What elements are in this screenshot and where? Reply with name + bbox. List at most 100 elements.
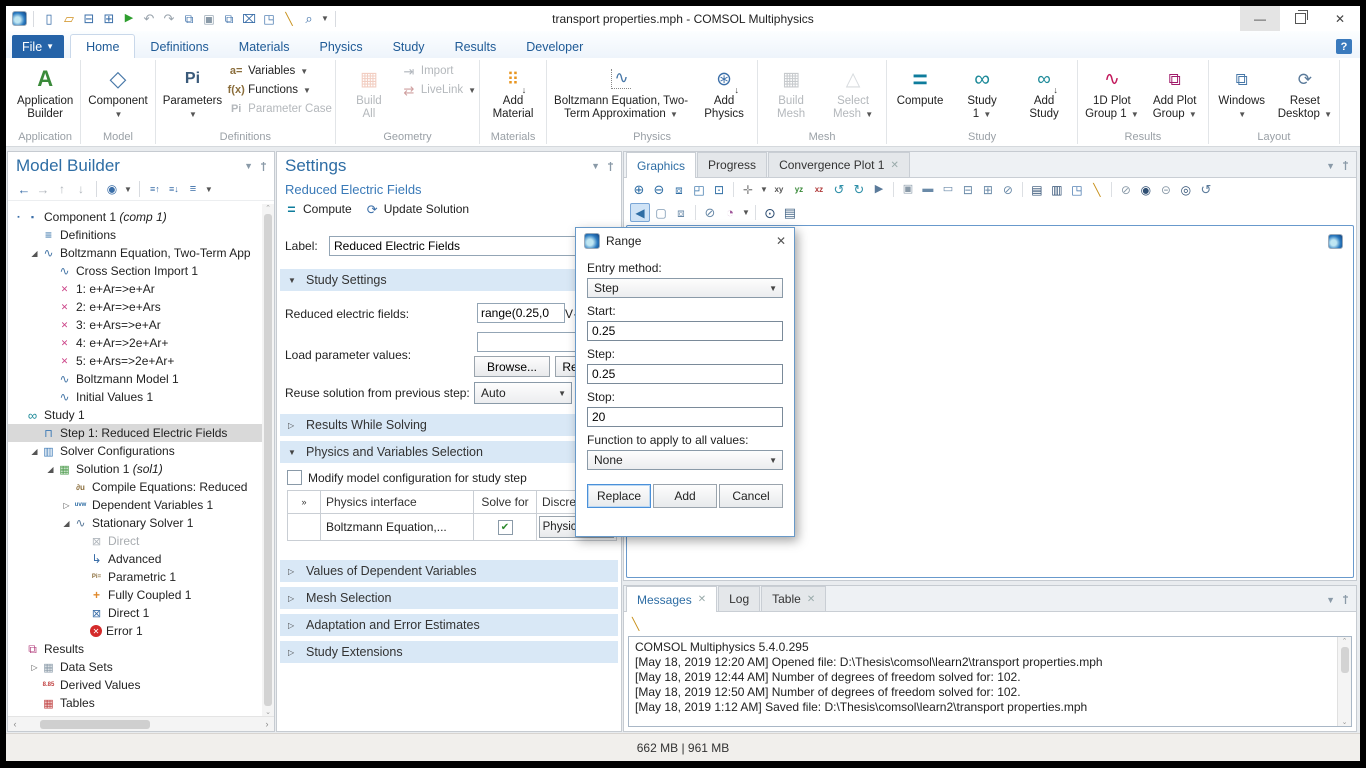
ribbon-tab-home[interactable]: Home (70, 34, 135, 59)
tree-expander-icon[interactable]: ◢ (28, 447, 41, 456)
tree-item-component-1[interactable]: ▪▪Component 1 (comp 1) (8, 208, 262, 226)
view-hidden[interactable]: ◉ (1137, 181, 1155, 198)
cancel-button[interactable]: Cancel (719, 484, 783, 508)
reset-hiding[interactable]: ↺ (1197, 181, 1215, 198)
close-icon[interactable]: ✕ (890, 160, 898, 171)
tree-item-boltzmann-equation-two-term-app[interactable]: ◢∿Boltzmann Equation, Two-Term App (8, 244, 262, 262)
view-xy[interactable]: xy (770, 181, 788, 198)
view-c[interactable]: ⧈ (672, 204, 690, 221)
scene-movie[interactable]: ▶ (870, 181, 888, 198)
clear-brush[interactable]: ╲ (632, 618, 639, 630)
view-yz[interactable]: yz (790, 181, 808, 198)
close-button[interactable]: ✕ (1320, 6, 1360, 31)
comsol-logo-icon[interactable] (12, 11, 27, 26)
graphics-tab-convergence-plot-1[interactable]: Convergence Plot 1✕ (768, 152, 910, 177)
scene-e[interactable]: ⊞ (979, 181, 997, 198)
tree-item-results[interactable]: ⧉Results (8, 640, 262, 658)
ribbon-button-add[interactable]: ∞AddStudy (1014, 60, 1074, 121)
down[interactable]: ↓ (73, 181, 89, 197)
back[interactable]: ← (16, 181, 32, 197)
undo[interactable]: ↶ (140, 10, 158, 28)
messages-tab-table[interactable]: Table✕ (761, 586, 826, 611)
chevron-down-icon[interactable]: ▼ (1326, 161, 1335, 171)
start-input[interactable] (587, 321, 783, 341)
section-study-settings[interactable]: ▼Study Settings (280, 269, 618, 291)
pin-icon[interactable] (1341, 160, 1350, 171)
ribbon-item-livelink[interactable]: ⇄LiveLink▼ (401, 82, 476, 98)
paste[interactable]: ▣ (200, 10, 218, 28)
ribbon-button-application[interactable]: AApplicationBuilder (13, 60, 77, 121)
solve-for-checkbox[interactable]: ✔ (498, 520, 513, 535)
delete[interactable]: ⌧ (240, 10, 258, 28)
file-menu-button[interactable]: File▼ (12, 35, 64, 58)
tree-item-initial-values-1[interactable]: ∿Initial Values 1 (8, 388, 262, 406)
tree-item-tables[interactable]: ▦Tables (8, 694, 262, 712)
tree-item-direct-1[interactable]: ⊠Direct 1 (8, 604, 262, 622)
ribbon-button-compute[interactable]: =Compute (890, 60, 950, 108)
load-parameter-input[interactable] (477, 332, 591, 352)
tree-expander-icon[interactable]: ◢ (28, 249, 41, 258)
image-snapshot[interactable]: ▤ (1028, 181, 1046, 198)
redo[interactable]: ↷ (160, 10, 178, 28)
pin-icon[interactable] (259, 161, 268, 172)
chevron-down-icon[interactable]: ▼ (591, 161, 600, 171)
stop-input[interactable] (587, 407, 783, 427)
ribbon-item-parameter-case[interactable]: PiParameter Case (228, 101, 332, 117)
section-dependent-variables[interactable]: ▷Values of Dependent Variables (280, 560, 618, 582)
help-button[interactable]: ? (1336, 39, 1352, 54)
find[interactable]: ⌕ (300, 10, 318, 28)
comsol-logo-icon[interactable] (1328, 234, 1343, 249)
color-palette[interactable]: ◔ (721, 204, 739, 221)
entry-method-select[interactable]: Step▼ (587, 278, 783, 298)
tree-expander-icon[interactable]: ◢ (60, 519, 73, 528)
expand-up[interactable]: ≡↑ (147, 181, 163, 197)
tree-item-solution-1[interactable]: ◢▦Solution 1 (sol1) (8, 460, 262, 478)
tree-item-compile-equations-reduced[interactable]: ∂uCompile Equations: Reduced (8, 478, 262, 496)
ribbon-tab-results[interactable]: Results (440, 35, 512, 58)
messages-tab-log[interactable]: Log (718, 586, 760, 611)
scene-a[interactable]: ▣ (899, 181, 917, 198)
tree-item-fully-coupled-1[interactable]: +Fully Coupled 1 (8, 586, 262, 604)
duplicate[interactable]: ⧉ (220, 10, 238, 28)
clear-brush[interactable]: ╲ (1088, 181, 1106, 198)
camera-snapshot[interactable]: ⊙ (761, 204, 779, 221)
ribbon-button-1d-plot[interactable]: ∿1D PlotGroup 1 ▼ (1081, 60, 1143, 121)
tree-item-5-e-ars-2e-ar[interactable]: ✕5: e+Ars=>2e+Ar+ (8, 352, 262, 370)
ribbon-tab-study[interactable]: Study (378, 35, 440, 58)
graphics-tab-graphics[interactable]: Graphics (626, 152, 696, 178)
show[interactable]: ◉ (104, 181, 120, 197)
minimize-button[interactable]: — (1240, 6, 1280, 31)
tree-item-4-e-ar-2e-ar[interactable]: ✕4: e+Ar=>2e+Ar+ (8, 334, 262, 352)
tree-item-cross-section-import-1[interactable]: ∿Cross Section Import 1 (8, 262, 262, 280)
show-objects[interactable]: ◎ (1177, 181, 1195, 198)
run[interactable]: ▶ (120, 10, 138, 28)
open-file[interactable]: ▱ (60, 10, 78, 28)
scene-f[interactable]: ⊘ (999, 181, 1017, 198)
scene-b[interactable]: ▬ (919, 181, 937, 198)
ribbon-button-parameters[interactable]: PiParameters▼ (159, 60, 226, 121)
messages-tab-messages[interactable]: Messages✕ (626, 586, 717, 612)
replace-button[interactable]: Replace (587, 484, 651, 508)
close-icon[interactable]: ✕ (807, 594, 815, 605)
chevron-down-icon[interactable]: ▼ (244, 161, 253, 171)
compute-action[interactable]: =Compute (285, 202, 352, 216)
zoom-box[interactable]: ⧈ (670, 181, 688, 198)
table-corner-icon[interactable]: » (288, 491, 321, 513)
tree-item-solver-configurations[interactable]: ◢▥Solver Configurations (8, 442, 262, 460)
reuse-solution-select[interactable]: Auto▼ (474, 382, 572, 404)
tree-item-data-sets[interactable]: ▷▦Data Sets (8, 658, 262, 676)
close-icon[interactable]: ✕ (698, 594, 706, 605)
section-study-extensions[interactable]: ▷Study Extensions (280, 641, 618, 663)
ribbon-button-build[interactable]: ▦BuildAll (339, 60, 399, 121)
section-adaptation[interactable]: ▷Adaptation and Error Estimates (280, 614, 618, 636)
ribbon-button-select[interactable]: △SelectMesh ▼ (823, 60, 883, 121)
scene-d[interactable]: ⊟ (959, 181, 977, 198)
graphics-tab-progress[interactable]: Progress (697, 152, 767, 177)
ribbon-button-study[interactable]: ∞Study1 ▼ (952, 60, 1012, 121)
function-select[interactable]: None▼ (587, 450, 783, 470)
ribbon-button-windows[interactable]: ⧉Windows▼ (1212, 60, 1272, 121)
ribbon-item-import[interactable]: ⇥Import (401, 63, 476, 79)
print[interactable]: ▤ (781, 204, 799, 221)
copy[interactable]: ⧉ (180, 10, 198, 28)
zoom-selected[interactable]: ⊡ (710, 181, 728, 198)
